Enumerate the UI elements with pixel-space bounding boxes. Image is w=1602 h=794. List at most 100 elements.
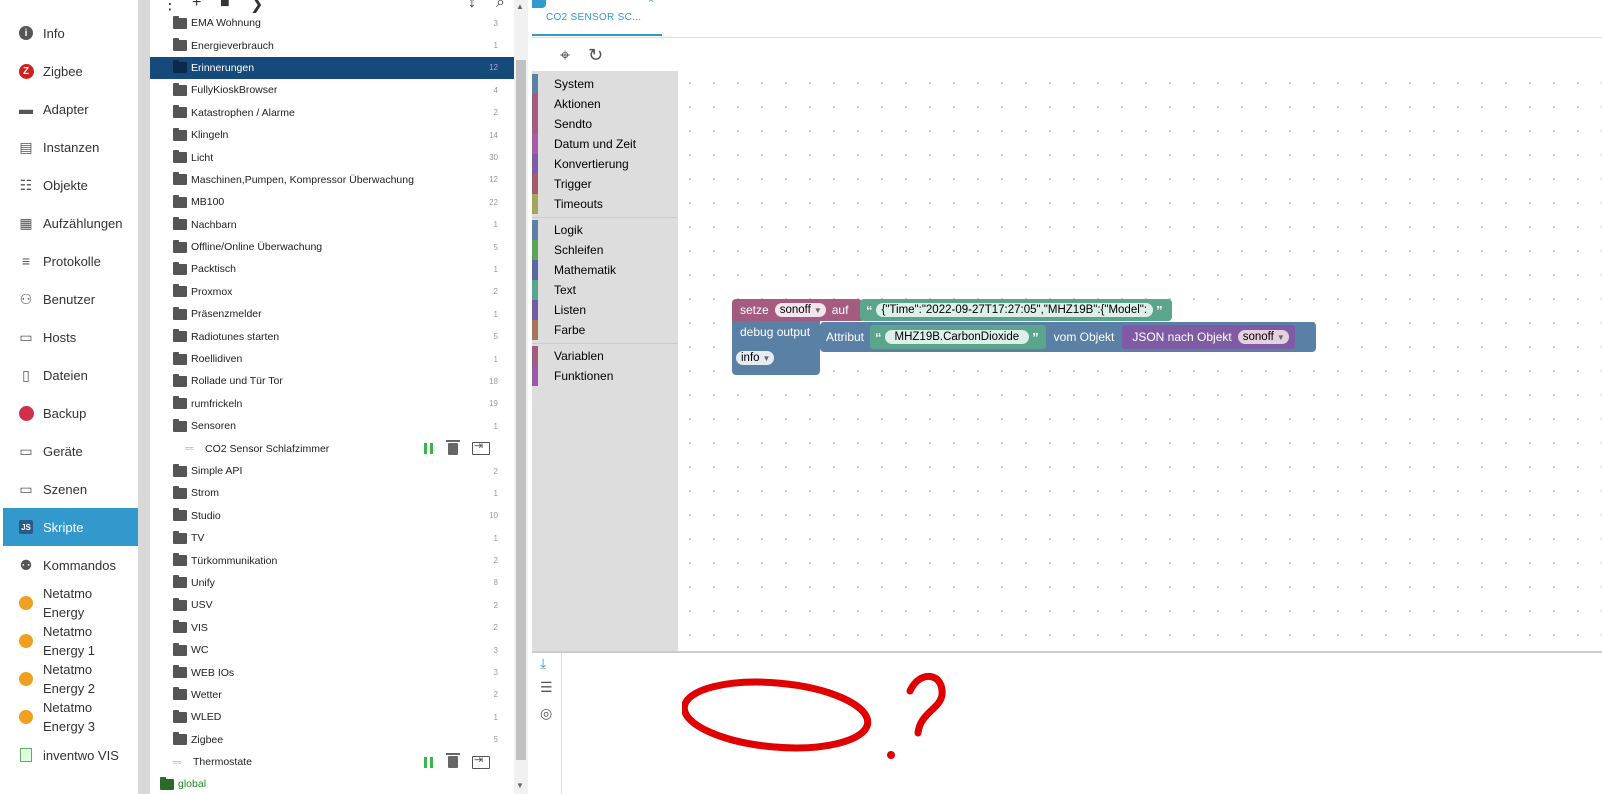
json-to-object-block[interactable]: JSON nach Objekt sonoff ▼: [1122, 325, 1295, 349]
folder-row[interactable]: Packtisch 1: [150, 258, 514, 280]
folder-row[interactable]: USV 2: [150, 594, 514, 616]
toolbox-category[interactable]: Farbe: [532, 320, 678, 340]
nav-item-netatmo-energy-2[interactable]: Netatmo Energy 2: [3, 660, 138, 698]
toolbox-category[interactable]: Listen: [532, 300, 678, 320]
folder-row[interactable]: Rollade und Tür Tor 18: [150, 370, 514, 392]
script-row[interactable]: ≈≈ Thermostate: [150, 751, 514, 773]
nav-item-skripte[interactable]: JS Skripte: [3, 508, 138, 546]
folder-row[interactable]: Klingeln 14: [150, 124, 514, 146]
toolbox-category[interactable]: System: [532, 74, 678, 94]
toolbox-category[interactable]: Logik: [532, 220, 678, 240]
nav-splitter[interactable]: [138, 0, 150, 794]
log-level-dropdown[interactable]: info ▼: [736, 351, 775, 365]
nav-item-dateien[interactable]: ▯ Dateien: [3, 356, 138, 394]
pause-icon[interactable]: [424, 443, 434, 455]
list-icon[interactable]: ☰: [540, 679, 553, 696]
nav-item-zigbee[interactable]: Z Zigbee: [3, 52, 138, 90]
folder-row[interactable]: Erinnerungen 12: [150, 56, 514, 80]
trash-icon[interactable]: [446, 439, 460, 455]
blockly-workspace[interactable]: setze sonoff ▼ auf “ {"Time":"2022-09-27T…: [678, 71, 1602, 651]
folder-row[interactable]: Nachbarn 1: [150, 214, 514, 236]
nav-item-netatmo-energy-1[interactable]: Netatmo Energy 1: [3, 622, 138, 660]
scroll-up-icon[interactable]: ▲: [516, 2, 524, 11]
folder-row[interactable]: global: [150, 773, 514, 794]
toolbox-category[interactable]: Trigger: [532, 174, 678, 194]
trash-icon[interactable]: [446, 753, 460, 769]
toolbox-category[interactable]: Schleifen: [532, 240, 678, 260]
nav-item-netatmo-energy[interactable]: Netatmo Energy: [3, 584, 138, 622]
scroll-down-icon[interactable]: ▼: [516, 781, 524, 790]
download-icon[interactable]: ⤓: [540, 655, 546, 672]
get-attribute-block[interactable]: Attribut “ MHZ19B.CarbonDioxide ” vom Ob…: [820, 322, 1316, 352]
toolbox-category[interactable]: Konvertierung: [532, 154, 678, 174]
toolbox-category[interactable]: Sendto: [532, 114, 678, 134]
export-icon[interactable]: [472, 439, 490, 456]
json-variable-dropdown[interactable]: sonoff ▼: [1237, 330, 1289, 344]
export-icon[interactable]: [472, 753, 490, 769]
text-block[interactable]: “ {"Time":"2022-09-27T17:27:05","MHZ19B"…: [860, 299, 1172, 321]
nav-item-instanzen[interactable]: ▤ Instanzen: [3, 128, 138, 166]
nav-item-backup[interactable]: Backup: [3, 394, 138, 432]
toolbox-category[interactable]: Datum und Zeit: [532, 134, 678, 154]
folder-row[interactable]: WEB IOs 3: [150, 661, 514, 683]
folder-row[interactable]: Studio 10: [150, 505, 514, 527]
toolbox-category[interactable]: Funktionen: [532, 366, 678, 386]
folder-row[interactable]: MB100 22: [150, 191, 514, 213]
nav-item-aufzählungen[interactable]: ▦ Aufzählungen: [3, 204, 138, 242]
nav-item-adapter[interactable]: ▬ Adapter: [3, 90, 138, 128]
nav-item-geräte[interactable]: ▭ Geräte: [3, 432, 138, 470]
debug-output-block[interactable]: debug output info ▼: [732, 321, 820, 375]
nav-item-protokolle[interactable]: ≡ Protokolle: [3, 242, 138, 280]
folder-row[interactable]: Zigbee 5: [150, 729, 514, 751]
pause-icon[interactable]: [424, 756, 434, 768]
scroll-thumb[interactable]: [516, 60, 526, 760]
nav-item-inventwo-vis[interactable]: inventwo VIS: [3, 736, 138, 774]
nav-item-benutzer[interactable]: ⚇ Benutzer: [3, 280, 138, 318]
folder-row[interactable]: Simple API 2: [150, 460, 514, 482]
toolbox-category[interactable]: Aktionen: [532, 94, 678, 114]
toolbox-category[interactable]: Timeouts: [532, 194, 678, 214]
folder-row[interactable]: Wetter 2: [150, 684, 514, 706]
folder-row[interactable]: Strom 1: [150, 482, 514, 504]
nav-item-info[interactable]: i Info: [3, 14, 138, 52]
folder-add-icon[interactable]: ■: [220, 0, 230, 12]
folder-row[interactable]: Unify 8: [150, 572, 514, 594]
folder-row[interactable]: Katastrophen / Alarme 2: [150, 102, 514, 124]
folder-row[interactable]: Proxmox 2: [150, 281, 514, 303]
set-variable-dropdown[interactable]: sonoff ▼: [774, 303, 826, 317]
folder-row[interactable]: Radiotunes starten 5: [150, 325, 514, 347]
toolbox-category[interactable]: Mathematik: [532, 260, 678, 280]
toolbox-category[interactable]: Text: [532, 280, 678, 300]
nav-item-szenen[interactable]: ▭ Szenen: [3, 470, 138, 508]
nav-item-netatmo-energy-3[interactable]: Netatmo Energy 3: [3, 698, 138, 736]
folder-row[interactable]: VIS 2: [150, 617, 514, 639]
text-value[interactable]: {"Time":"2022-09-27T17:27:05","MHZ19B":{…: [875, 303, 1154, 317]
attribute-text-block[interactable]: “ MHZ19B.CarbonDioxide ”: [870, 325, 1046, 349]
tab-co2-sensor[interactable]: CO2 SENSOR SC... ×: [532, 0, 662, 36]
folder-row[interactable]: Maschinen,Pumpen, Kompressor Überwachung…: [150, 169, 514, 191]
tree-scrollbar[interactable]: ▲ ▼: [514, 0, 528, 794]
script-row[interactable]: ≈≈ CO2 Sensor Schlafzimmer: [150, 437, 514, 459]
folder-row[interactable]: Roellidiven 1: [150, 348, 514, 370]
folder-row[interactable]: Präsenzmelder 1: [150, 303, 514, 325]
eye-off-icon[interactable]: ◎: [540, 705, 552, 722]
folder-row[interactable]: FullyKioskBrowser 4: [150, 79, 514, 101]
sort-icon[interactable]: ↕: [468, 0, 476, 12]
folder-row[interactable]: Licht 30: [150, 146, 514, 168]
folder-row[interactable]: Offline/Online Überwachung 5: [150, 236, 514, 258]
close-icon[interactable]: ×: [648, 0, 654, 6]
folder-row[interactable]: WC 3: [150, 639, 514, 661]
toolbox-category[interactable]: Variablen: [532, 346, 678, 366]
nav-item-objekte[interactable]: ☷ Objekte: [3, 166, 138, 204]
folder-row[interactable]: rumfrickeln 19: [150, 393, 514, 415]
nav-item-hosts[interactable]: ▭ Hosts: [3, 318, 138, 356]
crosshair-icon[interactable]: ⌖: [560, 45, 570, 66]
folder-row[interactable]: TV 1: [150, 527, 514, 549]
set-variable-block[interactable]: setze sonoff ▼ auf: [732, 299, 862, 321]
folder-row[interactable]: WLED 1: [150, 706, 514, 728]
nav-item-kommandos[interactable]: ⚉ Kommandos: [3, 546, 138, 584]
folder-row[interactable]: Energieverbrauch 1: [150, 34, 514, 56]
add-icon[interactable]: +: [192, 0, 201, 12]
search-icon[interactable]: ⌕: [496, 0, 505, 12]
attribute-value[interactable]: MHZ19B.CarbonDioxide: [884, 330, 1030, 344]
